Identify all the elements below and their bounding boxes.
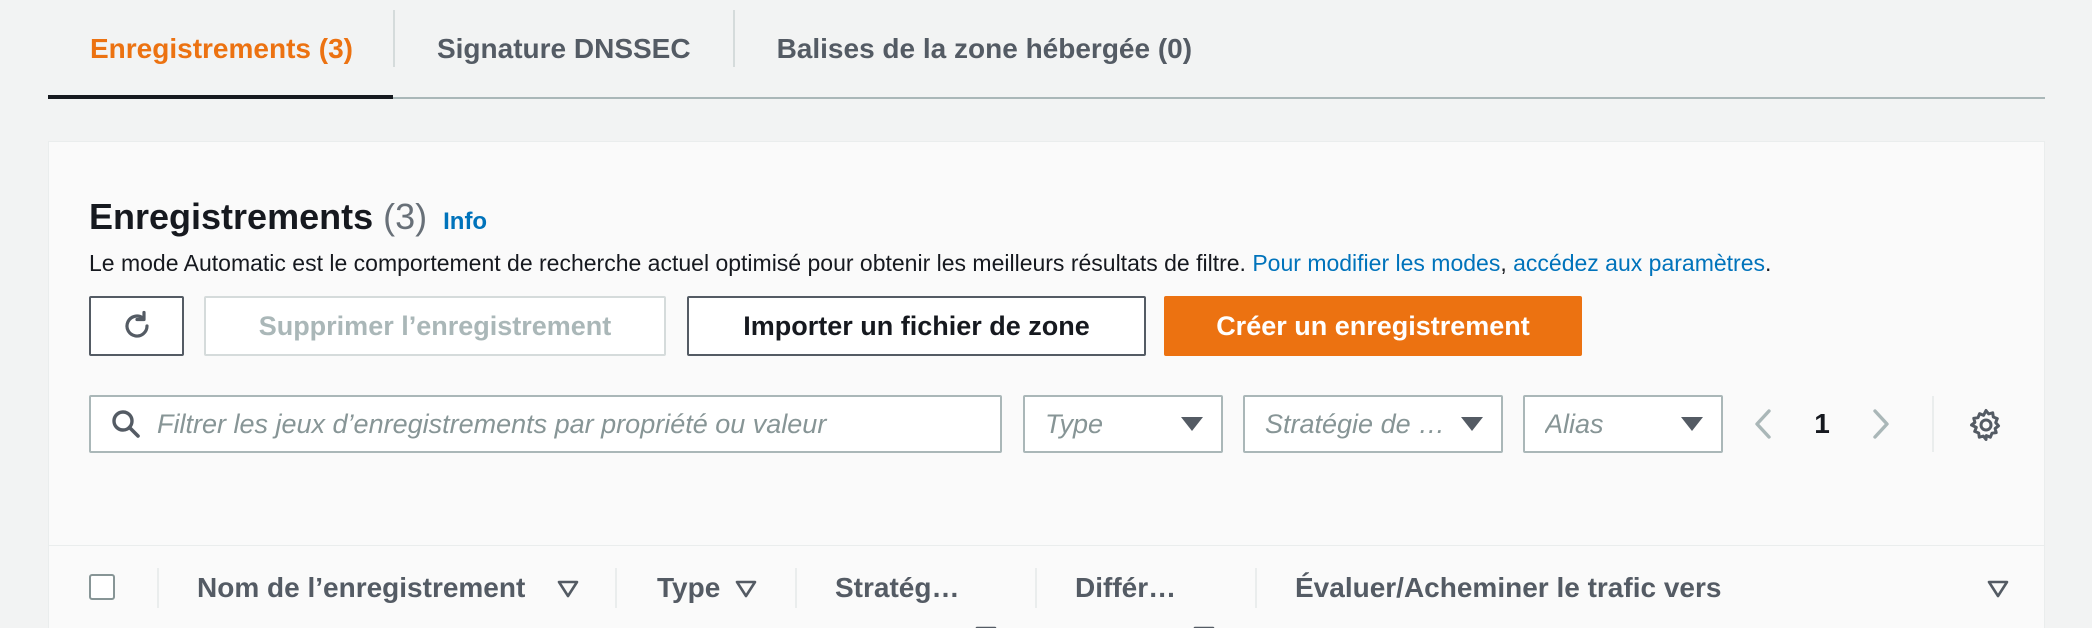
records-header: Enregistrements (3) Info <box>89 196 487 238</box>
search-input[interactable] <box>157 408 977 440</box>
tab-hosted-zone-tags[interactable]: Balises de la zone hébergée (0) <box>735 0 1235 97</box>
next-page-button[interactable] <box>1867 395 1895 453</box>
column-divider <box>615 568 617 608</box>
column-header-routing-policy[interactable]: Stratég… <box>835 546 959 628</box>
info-link[interactable]: Info <box>443 208 487 236</box>
settings-gear-icon[interactable] <box>1969 408 2003 442</box>
description-comma: , <box>1500 250 1514 276</box>
hosted-zone-page: Enregistrements (3) Signature DNSSEC Bal… <box>0 0 2092 628</box>
create-record-button[interactable]: Créer un enregistrement <box>1164 296 1582 356</box>
tab-dnssec-signing[interactable]: Signature DNSSEC <box>395 0 733 97</box>
chevron-right-icon <box>1873 409 1889 439</box>
records-panel: Enregistrements (3) Info Le mode Automat… <box>48 141 2045 628</box>
records-table-header: Nom de l’enregistrement Type Stratég… Di… <box>49 545 2044 628</box>
type-filter-placeholder: Type <box>1045 408 1104 439</box>
column-divider <box>795 568 797 608</box>
strategy-filter-placeholder: Stratégie de … <box>1265 408 1446 439</box>
tab-bar: Enregistrements (3) Signature DNSSEC Bal… <box>48 0 2045 99</box>
description-text: Le mode Automatic est le comportement de… <box>89 250 1253 276</box>
settings-link[interactable]: accédez aux paramètres <box>1513 250 1765 276</box>
caret-down-icon <box>1681 417 1703 431</box>
alias-filter-select[interactable]: Alias <box>1523 395 1723 453</box>
search-mode-description: Le mode Automatic est le comportement de… <box>89 250 1771 277</box>
select-all-checkbox[interactable] <box>89 574 115 600</box>
sort-triangle-icon[interactable] <box>1987 580 2009 598</box>
refresh-button[interactable] <box>89 296 184 356</box>
previous-page-button[interactable] <box>1749 395 1777 453</box>
caret-down-icon <box>1461 417 1483 431</box>
search-icon <box>112 410 140 438</box>
tab-records[interactable]: Enregistrements (3) <box>48 0 393 99</box>
import-zone-file-button[interactable]: Importer un fichier de zone <box>687 296 1146 356</box>
sort-triangle-icon[interactable] <box>557 580 579 598</box>
caret-down-icon <box>1181 417 1203 431</box>
sort-triangle-icon[interactable] <box>735 580 757 598</box>
column-divider <box>1255 568 1257 608</box>
current-page-number[interactable]: 1 <box>1777 408 1867 440</box>
alias-filter-placeholder: Alias <box>1545 408 1604 439</box>
search-field <box>89 395 1002 453</box>
modify-modes-link[interactable]: Pour modifier les modes <box>1252 250 1500 276</box>
column-divider <box>157 568 159 608</box>
column-divider <box>1035 568 1037 608</box>
description-period: . <box>1764 250 1772 276</box>
refresh-icon <box>124 310 149 338</box>
pagination-divider <box>1932 396 1934 452</box>
delete-record-button[interactable]: Supprimer l’enregistrement <box>204 296 666 356</box>
pagination: 1 <box>1749 395 1895 453</box>
column-header-record-name[interactable]: Nom de l’enregistrement <box>197 546 525 628</box>
records-count: (3) <box>383 196 428 237</box>
column-header-differentiator[interactable]: Différ… <box>1075 546 1176 628</box>
chevron-left-icon <box>1755 409 1771 439</box>
strategy-filter-select[interactable]: Stratégie de … <box>1243 395 1503 453</box>
column-header-type[interactable]: Type <box>657 546 720 628</box>
records-title: Enregistrements <box>89 196 374 237</box>
column-header-route-traffic-to[interactable]: Évaluer/Acheminer le trafic vers <box>1295 546 1721 628</box>
type-filter-select[interactable]: Type <box>1023 395 1223 453</box>
